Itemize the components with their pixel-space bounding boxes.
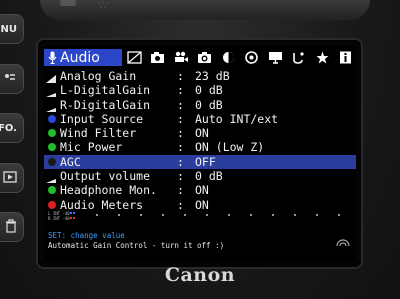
menu-row-agc[interactable]: AGC : OFF xyxy=(44,154,356,170)
menu-row-label: L-DigitalGain xyxy=(60,83,151,98)
menu-button[interactable]: MENU xyxy=(0,14,24,44)
microphone-icon xyxy=(48,51,57,65)
menu-row-value: ON xyxy=(195,197,209,212)
menu-row-wind-filter[interactable]: Wind Filter : ON xyxy=(44,126,356,140)
menu-row-label: Analog Gain xyxy=(60,69,137,83)
menu-row-value: 0 dB xyxy=(195,97,223,112)
audio-menu-list: Analog Gain : 23 dB L-DigitalGain : 0 dB… xyxy=(44,69,356,212)
gain-wedge-icon xyxy=(46,86,56,98)
menu-row-value: OFF xyxy=(195,154,216,169)
separator: : xyxy=(177,197,184,212)
top-ridge xyxy=(40,0,370,20)
separator: : xyxy=(177,126,184,141)
green-dot-icon xyxy=(48,129,56,138)
green-dot-icon xyxy=(48,186,56,195)
info-button-label: INFO. xyxy=(0,122,17,134)
playback-icon xyxy=(3,170,17,186)
menu-row-value: ON xyxy=(195,183,209,198)
green-dot-icon xyxy=(48,143,56,152)
menu-row-value: 0 dB xyxy=(195,169,223,184)
menu-row-mic-power[interactable]: Mic Power : ON (Low Z) xyxy=(44,140,356,154)
camera-photo-icon[interactable] xyxy=(197,51,213,65)
audio-level-meters: L INT -40 R INT -40 xyxy=(48,211,348,225)
separator: : xyxy=(177,97,184,112)
separator: : xyxy=(177,169,184,184)
brand-logo: Canon xyxy=(164,264,236,286)
menu-row-label: R-DigitalGain xyxy=(60,97,151,112)
menu-row-value: Auto INT/ext xyxy=(195,111,279,126)
separator: : xyxy=(177,111,184,126)
red-dot-icon xyxy=(48,200,56,209)
picture-style-icon xyxy=(3,71,17,88)
info-button[interactable]: INFO. xyxy=(0,113,24,143)
speaker-grille xyxy=(98,2,110,14)
playback-button[interactable] xyxy=(0,163,24,193)
menu-row-label: AGC xyxy=(60,154,81,169)
menu-row-value: 0 dB xyxy=(195,83,223,98)
top-button[interactable] xyxy=(60,0,76,6)
menu-row-value: ON (Low Z) xyxy=(195,140,265,155)
menu-row-label: Audio Meters xyxy=(60,197,144,212)
lcd-screen: Audio Analog Gain : 23 dB L-DigitalGain … xyxy=(44,46,356,261)
signal-arc-icon xyxy=(336,232,350,247)
exposure-icon[interactable] xyxy=(220,51,236,65)
help-hint: SET: change value xyxy=(48,231,125,240)
trash-icon xyxy=(5,218,17,236)
image-quality-icon[interactable] xyxy=(126,51,142,65)
blue-dot-icon xyxy=(48,114,56,123)
menu-row-headphone-mon[interactable]: Headphone Mon. : ON xyxy=(44,183,356,197)
menu-row-analog-gain[interactable]: Analog Gain : 23 dB xyxy=(44,69,356,83)
dark-dot-icon xyxy=(48,157,56,166)
gain-wedge-icon xyxy=(46,101,56,112)
menu-row-label: Headphone Mon. xyxy=(60,183,157,198)
menu-row-input-source[interactable]: Input Source : Auto INT/ext xyxy=(44,112,356,126)
menu-row-label: Input Source xyxy=(60,111,144,126)
separator: : xyxy=(177,140,184,155)
menu-row-output-volume[interactable]: Output volume : 0 dB xyxy=(44,169,356,184)
menu-row-l-digital-gain[interactable]: L-DigitalGain : 0 dB xyxy=(44,83,356,98)
menu-tab-icons xyxy=(124,49,356,66)
separator: : xyxy=(177,69,184,83)
movie-camera-icon[interactable] xyxy=(173,51,189,65)
info-icon[interactable] xyxy=(338,51,354,65)
tab-audio[interactable]: Audio xyxy=(44,49,122,66)
brush-icon[interactable] xyxy=(291,51,307,65)
separator: : xyxy=(177,183,184,198)
gain-wedge-icon xyxy=(46,172,56,184)
menu-tab-bar: Audio xyxy=(44,49,356,66)
menu-row-audio-meters[interactable]: Audio Meters : ON xyxy=(44,198,356,212)
tab-audio-label: Audio xyxy=(60,49,100,66)
menu-row-r-digital-gain[interactable]: R-DigitalGain : 0 dB xyxy=(44,98,356,112)
separator: : xyxy=(177,83,184,98)
camera-icon[interactable] xyxy=(150,51,166,65)
picture-style-button[interactable] xyxy=(0,64,24,94)
menu-row-label: Mic Power xyxy=(60,140,123,155)
star-settings-icon[interactable] xyxy=(314,51,330,65)
menu-row-value: ON xyxy=(195,126,209,141)
meter-scale-dots xyxy=(96,214,346,218)
delete-button[interactable] xyxy=(0,212,24,242)
menu-row-value: 23 dB xyxy=(195,69,230,83)
menu-row-label: Wind Filter xyxy=(60,126,137,141)
right-meter-label: R INT -40 xyxy=(48,216,70,221)
separator: : xyxy=(177,154,184,169)
menu-row-label: Output volume xyxy=(60,169,151,184)
menu-button-label: MENU xyxy=(0,23,17,35)
aperture-icon[interactable] xyxy=(244,51,260,65)
display-icon[interactable] xyxy=(267,51,283,65)
help-description: Automatic Gain Control - turn it off :) xyxy=(48,241,225,250)
gain-wedge-icon xyxy=(46,72,56,83)
